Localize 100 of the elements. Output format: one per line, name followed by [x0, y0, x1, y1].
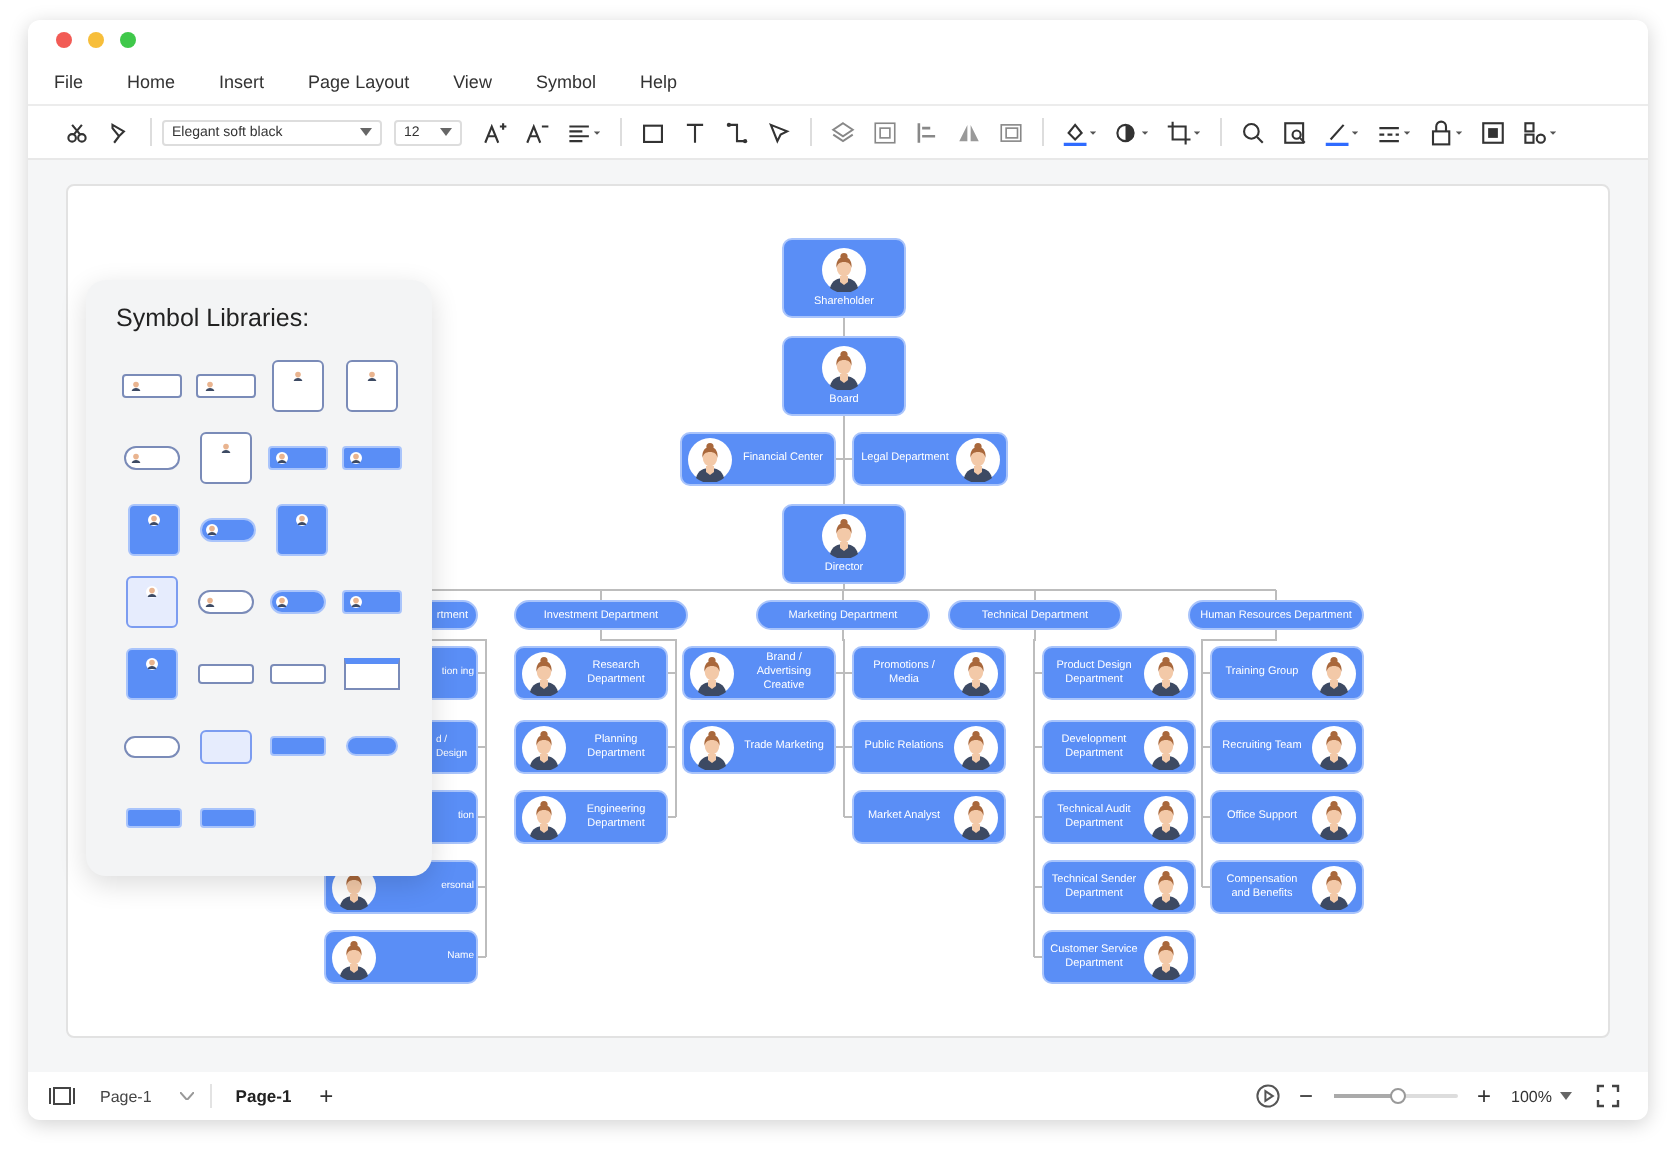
symbol-thumbnail[interactable] — [270, 736, 327, 756]
person-avatar-icon — [522, 795, 566, 839]
person-avatar-icon — [347, 450, 364, 466]
symbol-thumbnail[interactable] — [275, 504, 327, 556]
maximize-button[interactable] — [120, 32, 136, 48]
person-avatar-icon — [954, 725, 998, 769]
symbol-thumbnail[interactable] — [268, 446, 329, 470]
panel-title: Symbol Libraries: — [116, 304, 312, 332]
person-avatar-icon — [144, 584, 161, 600]
close-button[interactable] — [56, 32, 72, 48]
person-avatar-icon — [1312, 725, 1356, 769]
shape-style-icon[interactable] — [1114, 119, 1150, 145]
symbol-thumbnail[interactable] — [124, 446, 181, 470]
symbol-thumbnail[interactable] — [345, 736, 398, 756]
person-avatar-icon — [203, 522, 219, 538]
zoom-select[interactable]: 100% — [1511, 1087, 1572, 1105]
symbol-thumbnail[interactable] — [345, 360, 398, 412]
symbol-thumbnail[interactable] — [127, 504, 179, 556]
frame-icon[interactable] — [998, 119, 1024, 145]
symbol-thumbnail[interactable] — [125, 808, 181, 828]
scissors-icon[interactable] — [64, 119, 90, 145]
symbol-thumbnail[interactable] — [197, 590, 254, 614]
symbol-thumbnail[interactable] — [270, 664, 327, 684]
person-avatar-icon — [1312, 795, 1356, 839]
page-select[interactable]: Page-1 — [100, 1087, 194, 1105]
symbol-thumbnail[interactable] — [122, 374, 183, 398]
search-icon[interactable] — [1240, 119, 1266, 145]
person-avatar-icon — [128, 378, 145, 394]
align-left-icon[interactable] — [914, 119, 940, 145]
fit-frame-icon[interactable] — [1480, 119, 1506, 145]
layers-icon[interactable] — [830, 119, 856, 145]
person-avatar-icon — [954, 651, 998, 695]
person-avatar-icon — [145, 512, 161, 528]
symbol-thumbnail[interactable] — [126, 648, 179, 700]
group-icon[interactable] — [872, 119, 898, 145]
fill-color-icon[interactable] — [1062, 119, 1098, 145]
menu-item[interactable]: File — [54, 72, 84, 92]
crop-icon[interactable] — [1166, 119, 1202, 145]
symbol-thumbnail[interactable] — [126, 576, 179, 628]
person-avatar-icon — [822, 513, 866, 558]
lock-icon[interactable] — [1428, 119, 1464, 145]
symbol-thumbnail[interactable] — [199, 518, 255, 542]
symbol-thumbnail[interactable] — [199, 729, 252, 763]
menu-item[interactable]: Symbol — [535, 72, 596, 92]
person-avatar-icon — [1312, 865, 1356, 909]
person-avatar-icon — [144, 656, 161, 672]
person-avatar-icon — [1144, 935, 1188, 979]
slider-thumb[interactable] — [1390, 1088, 1407, 1104]
dropdown-caret-icon — [360, 128, 372, 136]
person-avatar-icon — [201, 594, 218, 610]
text-icon[interactable] — [682, 119, 708, 145]
person-avatar-icon — [688, 437, 732, 481]
decrease-font-icon[interactable] — [524, 119, 550, 145]
person-avatar-icon — [690, 725, 734, 769]
minimize-button[interactable] — [88, 32, 104, 48]
menu-item[interactable]: Page Layout — [308, 72, 410, 92]
person-avatar-icon — [347, 594, 364, 610]
person-avatar-icon — [1312, 651, 1356, 695]
fullscreen-icon[interactable] — [1596, 1084, 1620, 1108]
zoom-in-button[interactable]: + — [1473, 1084, 1496, 1108]
pointer-icon[interactable] — [766, 119, 792, 145]
symbol-thumbnail[interactable] — [272, 360, 325, 412]
menu-item[interactable]: View — [453, 72, 492, 92]
align-text-icon[interactable] — [566, 119, 602, 145]
connector-icon[interactable] — [724, 119, 750, 145]
dropdown-caret-icon — [1560, 1092, 1572, 1100]
rectangle-icon[interactable] — [640, 119, 666, 145]
person-avatar-icon — [522, 651, 566, 695]
person-avatar-icon — [201, 378, 218, 394]
symbol-thumbnail[interactable] — [199, 432, 252, 484]
person-avatar-icon — [1144, 795, 1188, 839]
person-avatar-icon — [363, 368, 380, 384]
person-avatar-icon — [954, 795, 998, 839]
page-panel-icon[interactable] — [48, 1086, 76, 1106]
person-avatar-icon — [217, 440, 234, 456]
person-avatar-icon — [290, 368, 307, 384]
person-avatar-icon — [822, 345, 866, 390]
symbol-thumbnail[interactable] — [343, 658, 400, 690]
symbol-thumbnail[interactable] — [195, 374, 256, 398]
find-replace-icon[interactable] — [1282, 119, 1308, 145]
symbol-thumbnail[interactable] — [270, 590, 327, 614]
symbol-thumbnail[interactable] — [341, 446, 402, 470]
symbol-thumbnail[interactable] — [197, 664, 254, 684]
more-tools-icon[interactable] — [1522, 119, 1558, 145]
menu-item[interactable]: Home — [127, 72, 176, 92]
symbol-thumbnail[interactable] — [199, 808, 255, 828]
increase-font-icon[interactable] — [482, 119, 508, 145]
play-icon[interactable] — [1255, 1084, 1279, 1108]
person-avatar-icon — [332, 935, 376, 979]
person-avatar-icon — [522, 725, 566, 769]
symbol-thumbnail[interactable] — [341, 590, 402, 614]
person-avatar-icon — [128, 450, 145, 466]
symbol-thumbnail[interactable] — [124, 735, 181, 757]
page-tab[interactable]: Page-1 — [227, 1086, 300, 1106]
person-avatar-icon — [1144, 865, 1188, 909]
line-color-icon[interactable] — [1324, 119, 1360, 145]
menu-item[interactable]: Insert — [219, 72, 265, 92]
add-page-button[interactable]: + — [315, 1084, 338, 1108]
zoom-out-button[interactable]: − — [1295, 1084, 1318, 1108]
menu-item[interactable]: Help — [639, 72, 677, 92]
